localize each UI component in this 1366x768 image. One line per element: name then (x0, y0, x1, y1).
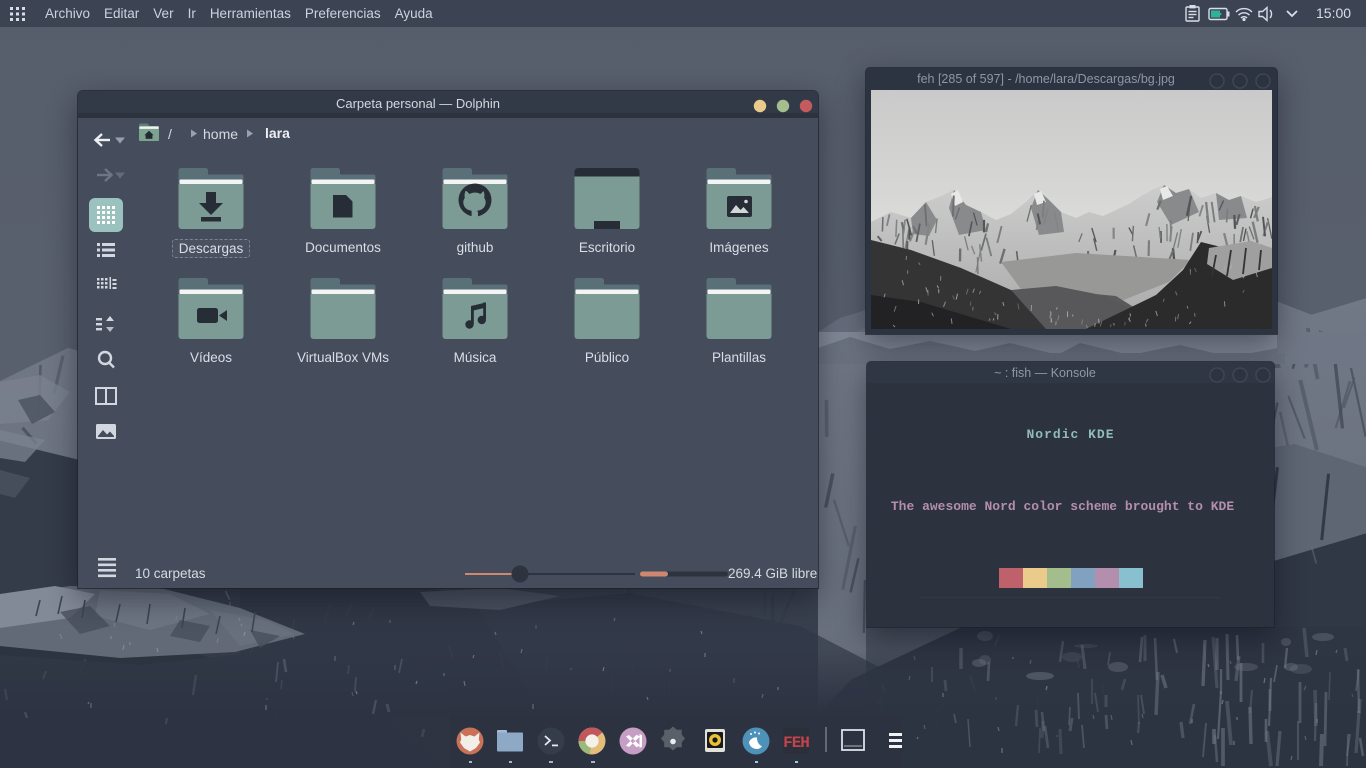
svg-text:FEH: FEH (783, 734, 809, 752)
